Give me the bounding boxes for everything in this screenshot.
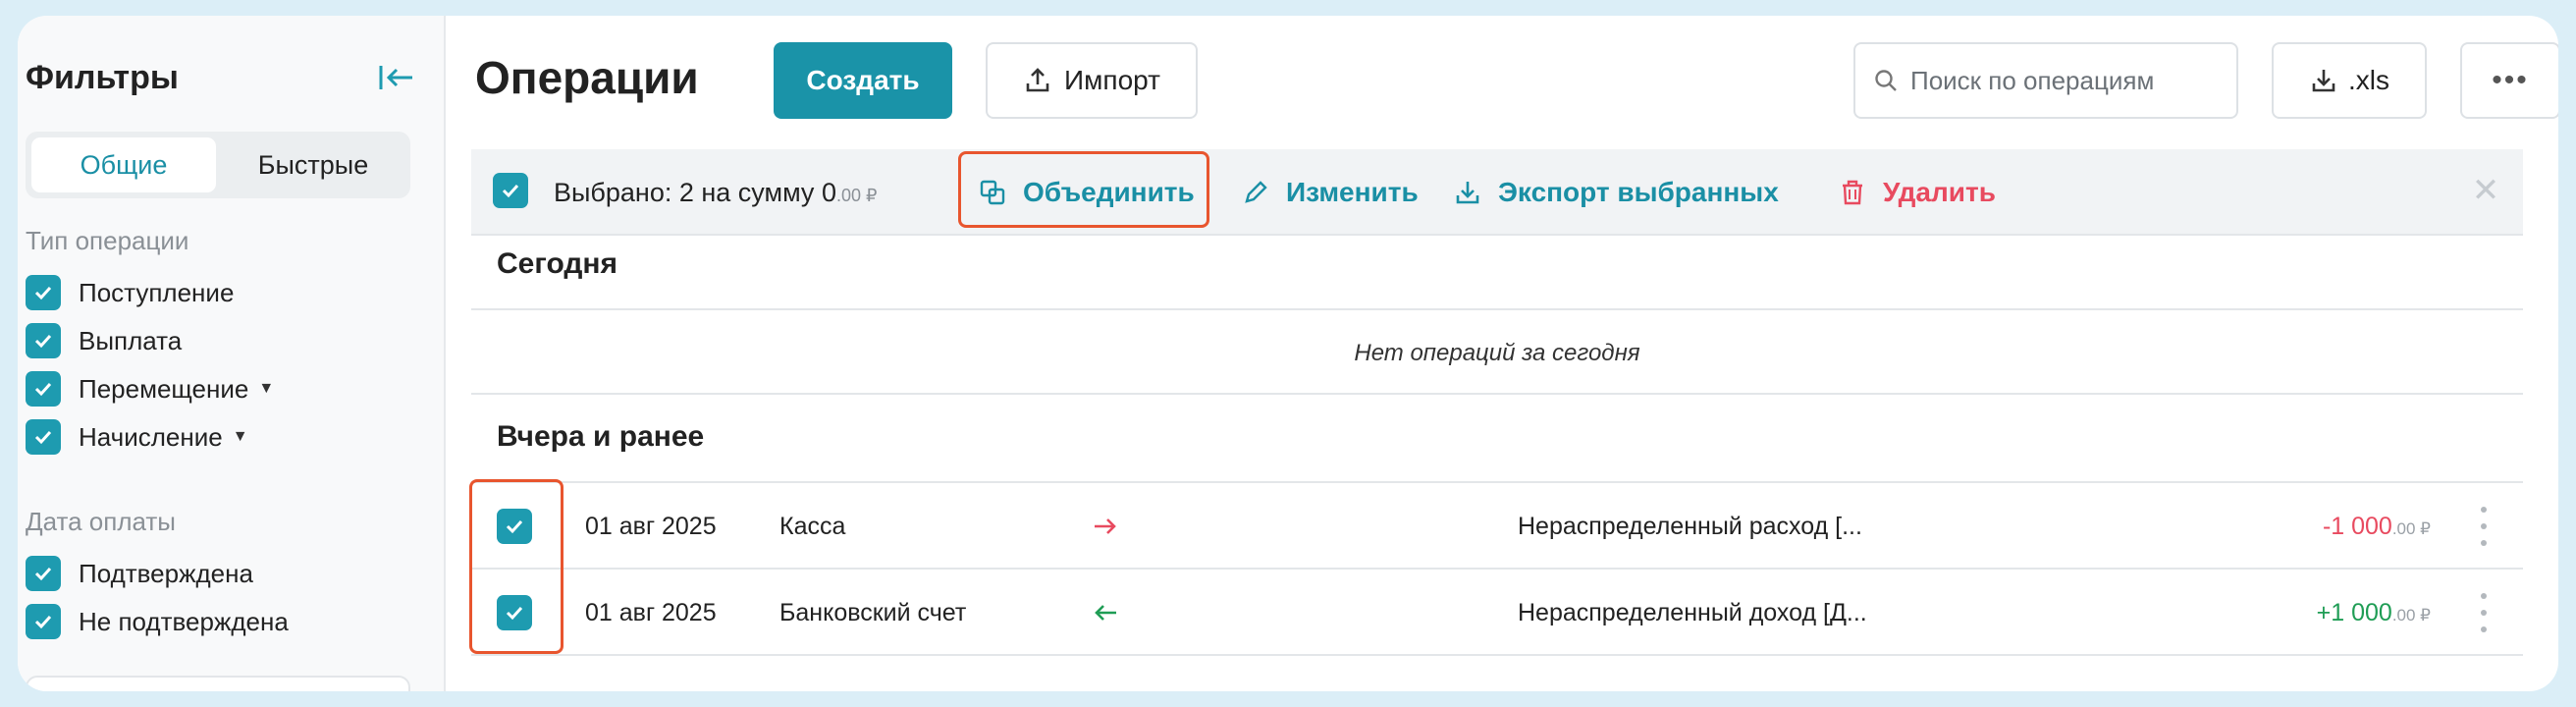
create-button[interactable]: Создать — [774, 42, 952, 119]
group-earlier-title: Вчера и ранее — [497, 420, 705, 453]
filter-income[interactable]: Поступление — [26, 273, 234, 312]
selected-count: Выбрано: 2 — [554, 178, 694, 207]
pencil-icon — [1245, 181, 1267, 203]
app-window: Фильтры Общие Быстрые Тип операции Посту… — [18, 16, 2558, 691]
filter-label: Выплата — [79, 325, 183, 355]
filter-payment[interactable]: Выплата — [26, 321, 182, 360]
import-label: Импорт — [1064, 65, 1160, 95]
row-date: 01 авг 2025 — [585, 599, 717, 626]
export-xls-label: .xls — [2348, 65, 2389, 95]
search-input[interactable] — [1910, 65, 2225, 96]
delete-button[interactable]: Удалить — [1838, 149, 1996, 236]
collapse-sidebar-icon[interactable] — [377, 61, 416, 94]
arrow-right-icon — [1095, 518, 1116, 534]
row-category: Нераспределенный расход [... — [1518, 513, 1862, 540]
close-icon[interactable]: ✕ — [2468, 173, 2503, 208]
group-today-title: Сегодня — [497, 247, 618, 280]
filters-sidebar: Фильтры Общие Быстрые Тип операции Посту… — [18, 16, 446, 691]
merge-button[interactable]: Объединить — [978, 149, 1195, 236]
filter-transfer[interactable]: Перемещение ▼ — [26, 369, 274, 408]
export-xls-button[interactable]: .xls — [2272, 42, 2427, 119]
caret-down-icon[interactable]: ▼ — [233, 428, 248, 446]
empty-today-message: Нет операций за сегодня — [1354, 340, 1640, 366]
caret-down-icon[interactable]: ▼ — [258, 380, 274, 398]
arrow-left-icon — [1095, 605, 1116, 621]
tab-general[interactable]: Общие — [31, 137, 216, 192]
operation-type-label: Тип операции — [26, 226, 189, 255]
amount-value: -1 000 — [2322, 513, 2392, 540]
upload-icon — [1026, 68, 1049, 92]
selection-summary: Выбрано: 2 на сумму 0.00 ₽ — [554, 149, 877, 236]
sum-decimals: .00 ₽ — [835, 186, 878, 205]
row-account: Банковский счет — [779, 599, 967, 626]
merge-label: Объединить — [1023, 177, 1195, 207]
amount-decimals: .00 ₽ — [2391, 606, 2431, 625]
payment-date-label: Дата оплаты — [26, 507, 176, 536]
import-button[interactable]: Импорт — [986, 42, 1198, 119]
amount-decimals: .00 ₽ — [2391, 519, 2431, 538]
checkbox[interactable] — [26, 604, 61, 639]
filter-tabs: Общие Быстрые — [26, 132, 410, 198]
row-account: Касса — [779, 513, 846, 540]
divider — [471, 308, 2523, 310]
trash-icon — [1843, 180, 1862, 205]
filter-label: Перемещение — [79, 373, 249, 404]
download-icon — [2312, 70, 2335, 92]
download-icon — [1456, 182, 1479, 204]
bulk-actions-bar: Выбрано: 2 на сумму 0.00 ₽ Объединить Из… — [471, 149, 2523, 236]
divider — [471, 393, 2523, 395]
operations-main: Операции Создать Импорт .xls ••• Выбрано… — [446, 16, 2558, 691]
edit-label: Изменить — [1286, 177, 1419, 207]
filter-label: Начисление — [79, 421, 223, 452]
checkbox[interactable] — [26, 419, 61, 455]
checkbox[interactable] — [26, 275, 61, 310]
table-row[interactable]: 01 авг 2025 Банковский счет Нераспределе… — [471, 570, 2523, 656]
divider — [471, 654, 2523, 656]
row-amount: +1 000.00 ₽ — [2317, 570, 2431, 656]
export-selected-label: Экспорт выбранных — [1498, 177, 1779, 207]
more-options-button[interactable]: ••• — [2460, 42, 2558, 119]
filter-unconfirmed[interactable]: Не подтверждена — [26, 602, 289, 641]
tab-quick[interactable]: Быстрые — [222, 137, 404, 192]
page-title: Операции — [475, 52, 699, 103]
edit-button[interactable]: Изменить — [1241, 149, 1419, 236]
checkbox[interactable] — [26, 371, 61, 407]
export-selected-button[interactable]: Экспорт выбранных — [1453, 149, 1779, 236]
sum-label: на сумму — [701, 178, 815, 207]
row-amount: -1 000.00 ₽ — [2323, 483, 2431, 570]
amount-value: +1 000 — [2316, 599, 2392, 626]
search-icon — [1875, 70, 1897, 91]
search-field[interactable] — [1853, 42, 2238, 119]
sum-value: 0 — [821, 178, 836, 207]
checkbox[interactable] — [26, 556, 61, 591]
table-row[interactable]: 01 авг 2025 Касса Нераспределенный расхо… — [471, 483, 2523, 570]
checkbox[interactable] — [26, 323, 61, 358]
sidebar-field[interactable] — [26, 676, 410, 691]
filter-accrual[interactable]: Начисление ▼ — [26, 417, 248, 457]
row-menu-icon[interactable] — [2478, 507, 2490, 546]
filter-label: Поступление — [79, 277, 235, 307]
select-all-checkbox[interactable] — [493, 173, 528, 208]
selected-rows-highlight — [469, 479, 564, 654]
filter-label: Не подтверждена — [79, 606, 289, 636]
filters-title: Фильтры — [26, 59, 179, 96]
row-date: 01 авг 2025 — [585, 513, 717, 540]
filter-label: Подтверждена — [79, 558, 253, 588]
filter-confirmed[interactable]: Подтверждена — [26, 554, 253, 593]
delete-label: Удалить — [1883, 177, 1996, 207]
row-category: Нераспределенный доход [Д... — [1518, 599, 1867, 626]
row-menu-icon[interactable] — [2478, 593, 2490, 632]
merge-icon — [980, 180, 1005, 205]
